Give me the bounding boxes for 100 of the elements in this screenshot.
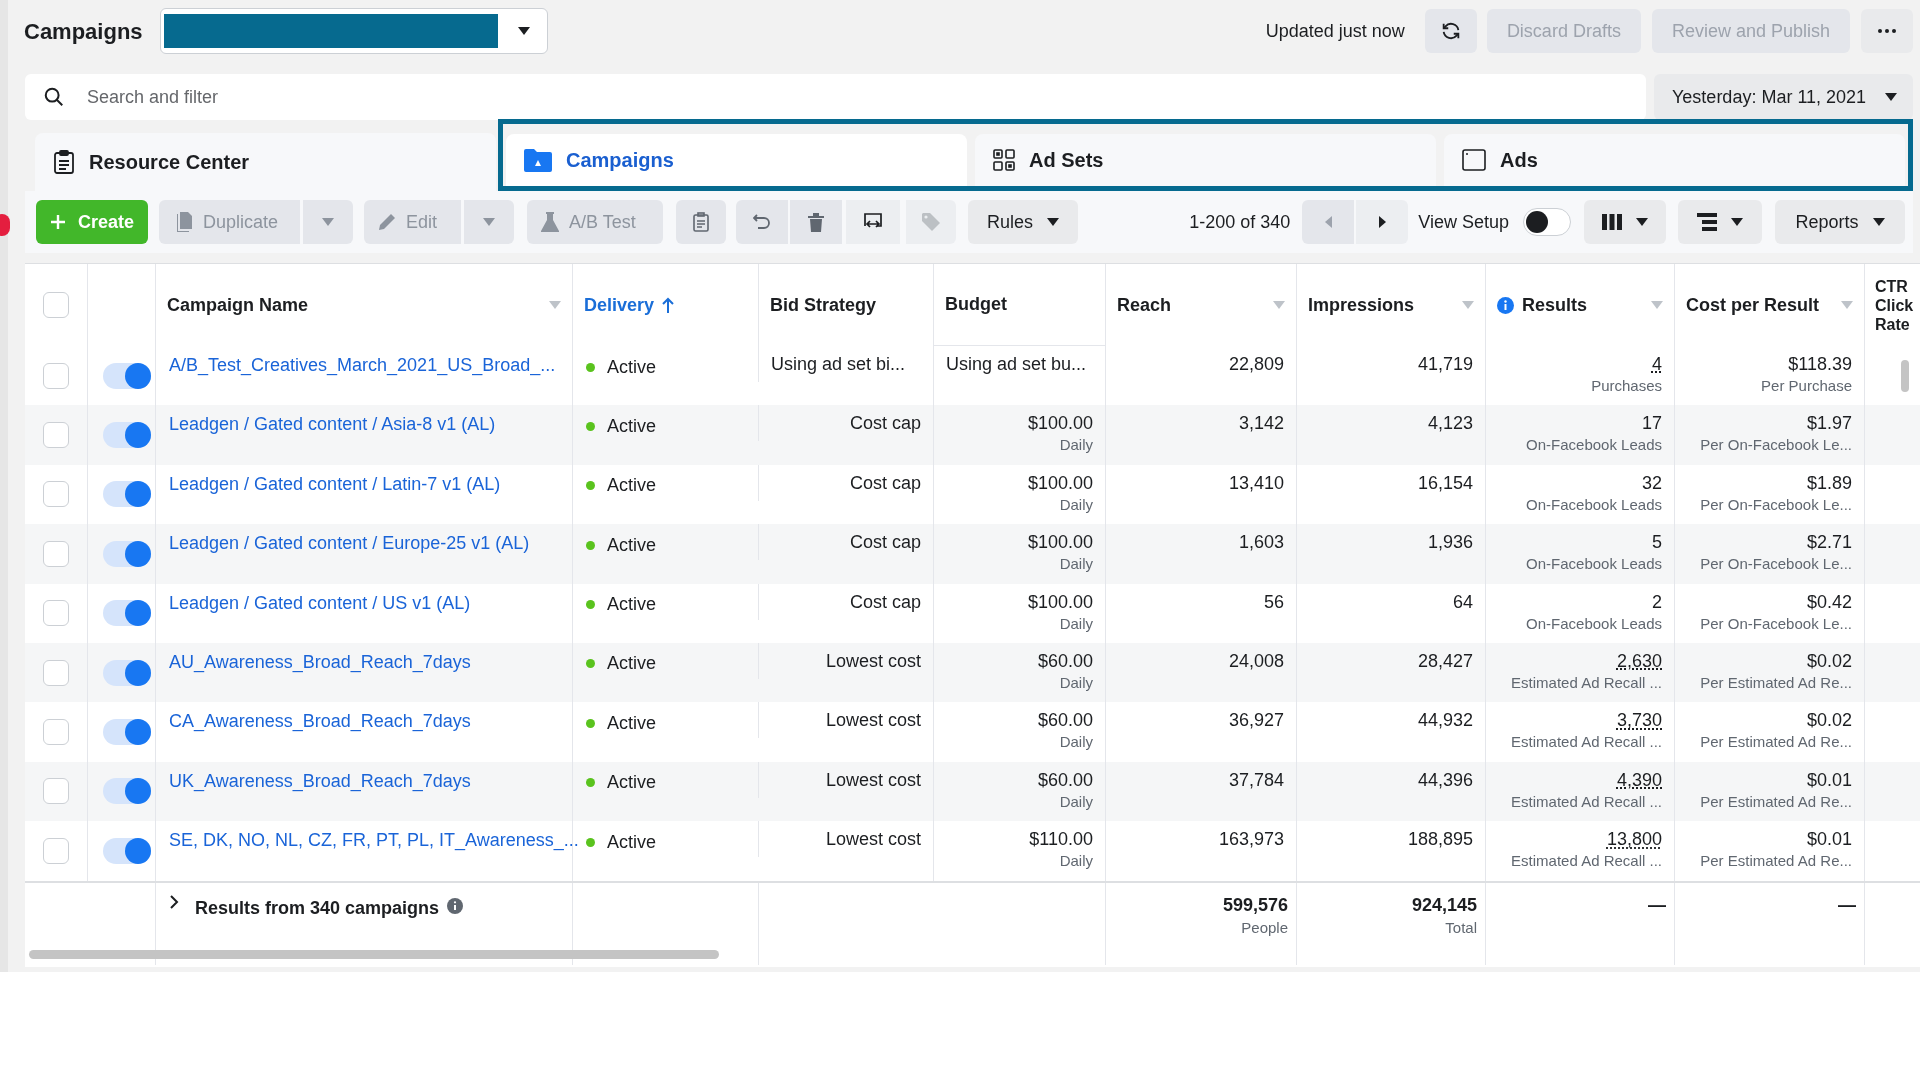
caret-icon xyxy=(517,27,530,35)
column-header[interactable]: Budget xyxy=(945,291,1007,318)
campaign-toggle[interactable] xyxy=(102,778,151,805)
campaign-name-link[interactable]: Leadgen / Gated content / Europe-25 v1 (AL) xyxy=(169,533,530,554)
column-header[interactable]: CTR Click Rate xyxy=(1875,276,1915,334)
clipboard-button[interactable] xyxy=(676,200,727,244)
row-checkbox[interactable] xyxy=(43,778,69,805)
caret-icon xyxy=(1872,218,1885,226)
update-status: Updated just now xyxy=(1265,19,1405,43)
row-checkbox[interactable] xyxy=(43,540,69,567)
row-checkbox[interactable] xyxy=(43,362,69,389)
bid-strategy-cell-text: Using ad set bi... xyxy=(771,353,906,376)
results-cell-text: 4 xyxy=(1652,353,1662,376)
campaign-toggle[interactable] xyxy=(102,600,151,627)
delivery-status: Active xyxy=(607,593,657,617)
edit-menu-button[interactable] xyxy=(464,200,515,244)
breakdown-button[interactable] xyxy=(1678,200,1762,244)
reach-cell-text: 163,973 xyxy=(1218,828,1284,852)
duplicate-menu-button[interactable] xyxy=(303,200,354,244)
info-icon xyxy=(447,897,464,914)
campaign-name-link[interactable]: SE, DK, NO, NL, CZ, FR, PT, PL, IT_Awareness_... xyxy=(169,830,579,851)
cell-caption: Per Estimated Ad Re... xyxy=(1700,851,1852,872)
plus-icon xyxy=(50,214,66,230)
level-tab[interactable]: Ad Sets xyxy=(975,134,1436,186)
resource-center-tab[interactable]: Resource Center xyxy=(35,133,496,191)
level-tab[interactable]: Ads xyxy=(1444,134,1905,186)
swap-button[interactable] xyxy=(846,200,901,244)
impressions-cell-text: 1,936 xyxy=(1427,531,1473,555)
account-selector[interactable] xyxy=(159,8,548,54)
date-range-dropdown[interactable]: Yesterday: Mar 11, 2021 xyxy=(1654,74,1913,120)
level-tab[interactable]: Campaigns xyxy=(506,134,967,186)
campaign-name-link[interactable]: AU_Awareness_Broad_Reach_7days xyxy=(169,651,471,672)
column-header[interactable]: Results xyxy=(1522,291,1588,319)
chevron-right-icon[interactable] xyxy=(170,894,179,909)
caret-icon xyxy=(1731,218,1743,226)
campaign-name-link[interactable]: Leadgen / Gated content / Asia-8 v1 (AL) xyxy=(169,414,496,435)
campaign-toggle[interactable] xyxy=(102,837,151,864)
reports-button[interactable]: Reports xyxy=(1775,200,1905,244)
column-header[interactable]: Campaign Name xyxy=(167,291,309,319)
left-triangle-icon xyxy=(1324,216,1332,228)
cell-caption: Daily xyxy=(1059,494,1093,515)
campaign-toggle[interactable] xyxy=(102,362,151,389)
cell-caption: Per On-Facebook Le... xyxy=(1700,554,1852,575)
view-setup-toggle[interactable] xyxy=(1523,208,1571,236)
column-header[interactable]: Bid Strategy xyxy=(770,291,877,319)
vertical-scrollbar[interactable] xyxy=(1901,360,1909,392)
row-checkbox[interactable] xyxy=(43,719,69,746)
budget-cell-text: $100.00 xyxy=(1027,590,1093,614)
search-field[interactable]: Search and filter xyxy=(25,74,1646,120)
horizontal-scrollbar[interactable] xyxy=(29,950,719,959)
cell-caption: Daily xyxy=(1059,613,1093,634)
cell-caption: Per On-Facebook Le... xyxy=(1700,435,1852,456)
campaign-toggle[interactable] xyxy=(102,659,151,686)
cell-caption: On-Facebook Leads xyxy=(1526,613,1662,634)
reach-cell-text: 24,008 xyxy=(1228,649,1284,673)
cell-caption: Daily xyxy=(1059,732,1093,753)
grid-icon xyxy=(993,149,1015,171)
more-button[interactable] xyxy=(1861,9,1913,53)
undo-button[interactable] xyxy=(736,200,789,244)
select-all-checkbox[interactable] xyxy=(43,292,69,318)
clipboard-icon xyxy=(693,212,710,232)
rules-button[interactable]: Rules xyxy=(968,200,1079,244)
caret-icon xyxy=(1636,218,1648,226)
cell-caption: On-Facebook Leads xyxy=(1526,554,1662,575)
columns-button[interactable] xyxy=(1584,200,1666,244)
total-results: — xyxy=(1648,893,1666,917)
cell-caption: Daily xyxy=(1059,791,1093,812)
campaign-toggle[interactable] xyxy=(102,481,151,508)
campaign-name-link[interactable]: Leadgen / Gated content / US v1 (AL) xyxy=(169,592,471,613)
column-header[interactable]: Delivery xyxy=(584,291,655,319)
row-checkbox[interactable] xyxy=(43,481,69,508)
refresh-button[interactable] xyxy=(1424,9,1477,53)
total-cost-per-result: — xyxy=(1838,893,1856,917)
column-header[interactable]: Impressions xyxy=(1308,291,1415,319)
budget-cell-text: $60.00 xyxy=(1037,649,1093,673)
cost-per-result-cell-text: $2.71 xyxy=(1806,531,1852,555)
campaign-toggle[interactable] xyxy=(102,422,151,449)
campaign-toggle[interactable] xyxy=(102,540,151,567)
row-checkbox[interactable] xyxy=(43,659,69,686)
campaign-name-link[interactable]: UK_Awareness_Broad_Reach_7days xyxy=(169,770,471,791)
row-checkbox[interactable] xyxy=(43,600,69,627)
row-checkbox[interactable] xyxy=(43,837,69,864)
column-header[interactable]: Cost per Result xyxy=(1686,291,1820,319)
results-cell-text: 2,630 xyxy=(1616,649,1662,673)
row-checkbox[interactable] xyxy=(43,422,69,449)
search-input[interactable]: Search and filter xyxy=(87,83,1628,111)
reach-cell-text: 3,142 xyxy=(1238,412,1284,436)
impressions-cell-text: 64 xyxy=(1452,590,1473,614)
campaign-name-link[interactable]: Leadgen / Gated content / Latin-7 v1 (AL) xyxy=(169,473,501,494)
caret-icon xyxy=(322,218,335,226)
campaign-name-link[interactable]: A/B_Test_Creatives_March_2021_US_Broad_... xyxy=(169,355,556,375)
cell-caption: Purchases xyxy=(1591,376,1662,396)
folder-icon xyxy=(524,148,552,172)
delivery-status: Active xyxy=(607,474,657,498)
view-setup-label: View Setup xyxy=(1418,210,1509,234)
delete-button[interactable] xyxy=(790,200,843,244)
campaign-name-link[interactable]: CA_Awareness_Broad_Reach_7days xyxy=(169,711,471,732)
column-header[interactable]: Reach xyxy=(1117,291,1172,319)
results-summary-label: Results from 340 campaigns xyxy=(195,896,440,920)
campaign-toggle[interactable] xyxy=(102,719,151,746)
